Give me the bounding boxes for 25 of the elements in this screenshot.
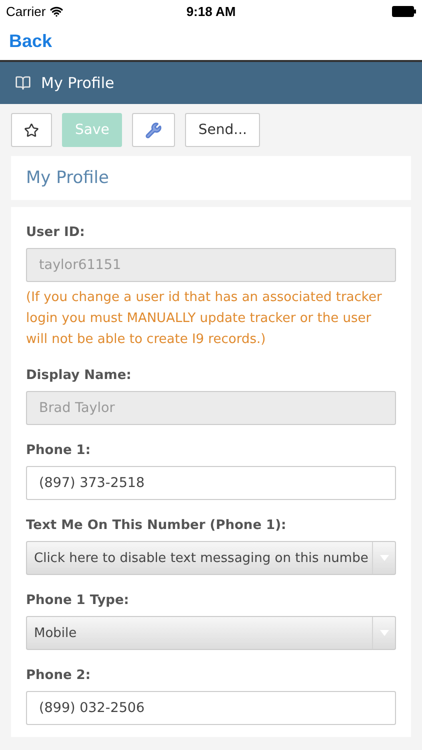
wifi-icon [50, 4, 63, 18]
star-icon [24, 122, 39, 138]
select-field[interactable]: Mobile [26, 616, 396, 650]
tools-button[interactable] [132, 113, 176, 147]
select-field[interactable]: Click here to disable text messaging on this numbe [26, 541, 396, 575]
carrier-label: Carrier [6, 4, 46, 18]
header-title: My Profile [41, 74, 114, 92]
back-link[interactable]: Back [9, 30, 52, 52]
field-label: Phone 1: [26, 443, 92, 458]
field-label: User ID: [26, 225, 86, 240]
field-label: Text Me On This Number (Phone 1): [26, 518, 288, 533]
dropdown-caret-icon [380, 630, 388, 636]
field-label: Display Name: [26, 368, 132, 383]
field-label: Phone 1 Type: [26, 593, 130, 608]
wrench-icon [145, 122, 162, 138]
book-icon [15, 75, 31, 91]
send-button[interactable]: Send... [185, 113, 260, 147]
warning-note: (If you change a user id that has an associated tracker login you must MANUALLY update tracker or the user will not be able to create I9 records.) [26, 289, 383, 349]
input-field[interactable]: (897) 373-2518 [26, 466, 396, 500]
field-label: Phone 2: [26, 668, 92, 683]
battery-icon [392, 6, 416, 16]
dropdown-caret-icon [380, 555, 388, 561]
favorite-button[interactable] [11, 113, 52, 147]
clock-time: 9:18 AM [186, 4, 236, 18]
input-field[interactable]: (899) 032-2506 [26, 691, 396, 725]
